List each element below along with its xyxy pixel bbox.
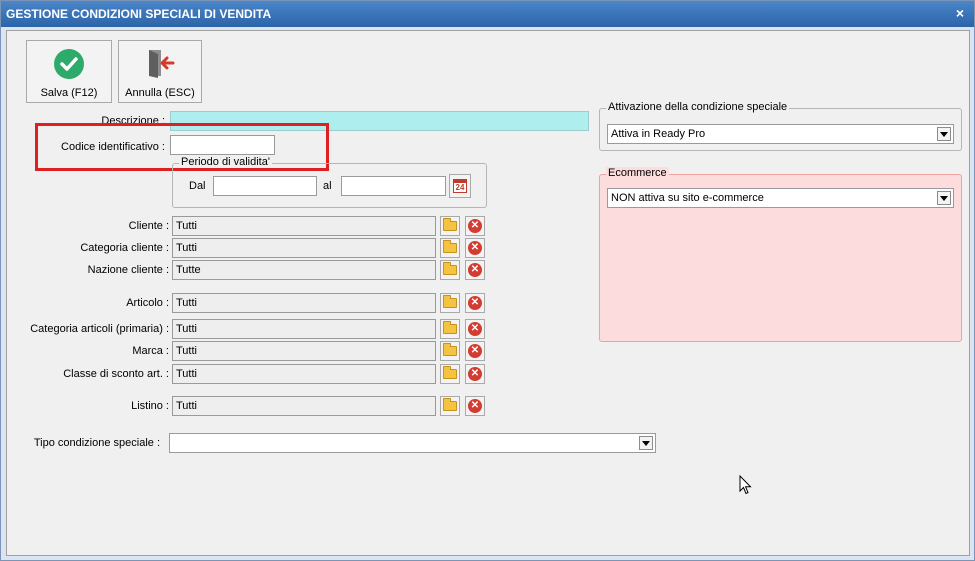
clear-icon: ✕ (468, 263, 482, 277)
clear-icon: ✕ (468, 322, 482, 336)
folder-icon (443, 366, 457, 379)
articolo-label: Articolo : (126, 297, 169, 309)
nazione-cliente-field[interactable]: Tutte (172, 260, 436, 280)
articolo-clear-button[interactable]: ✕ (465, 293, 485, 313)
categoria-articoli-label: Categoria articoli (primaria) : (30, 323, 169, 335)
clear-icon: ✕ (468, 296, 482, 310)
marca-label: Marca : (132, 345, 169, 357)
marca-field[interactable]: Tutti (172, 341, 436, 361)
ecommerce-select[interactable]: NON attiva su sito e-commerce (607, 188, 954, 208)
listino-clear-button[interactable]: ✕ (465, 396, 485, 416)
title-bar: GESTIONE CONDIZIONI SPECIALI DI VENDITA … (1, 1, 974, 27)
articolo-field[interactable]: Tutti (172, 293, 436, 313)
folder-icon (443, 398, 457, 411)
close-icon[interactable]: × (956, 1, 964, 25)
ecommerce-title: Ecommerce (606, 167, 669, 179)
nazione-cliente-browse-button[interactable] (440, 260, 460, 280)
window-title: GESTIONE CONDIZIONI SPECIALI DI VENDITA (6, 7, 272, 21)
tipo-condizione-label: Tipo condizione speciale : (33, 437, 160, 449)
marca-clear-button[interactable]: ✕ (465, 341, 485, 361)
categoria-cliente-clear-button[interactable]: ✕ (465, 238, 485, 258)
al-label: al (323, 180, 332, 192)
dropdown-arrow-icon (937, 191, 951, 205)
clear-icon: ✕ (468, 219, 482, 233)
attivazione-title: Attivazione della condizione speciale (606, 101, 790, 113)
marca-browse-button[interactable] (440, 341, 460, 361)
classe-sconto-label: Classe di sconto art. : (63, 368, 169, 380)
dropdown-arrow-icon (639, 436, 653, 450)
folder-icon (443, 262, 457, 275)
nazione-cliente-label: Nazione cliente : (87, 264, 169, 276)
categoria-cliente-browse-button[interactable] (440, 238, 460, 258)
cliente-label: Cliente : (128, 220, 169, 232)
calendar-icon: 24 (453, 179, 467, 193)
dropdown-arrow-icon (937, 127, 951, 141)
categoria-articoli-field[interactable]: Tutti (172, 319, 436, 339)
listino-field[interactable]: Tutti (172, 396, 436, 416)
folder-icon (443, 343, 457, 356)
categoria-cliente-label: Categoria cliente : (80, 242, 169, 254)
save-button-label: Salva (F12) (40, 87, 98, 99)
form-area: Salva (F12) Annulla (ESC) Descrizione : … (6, 30, 970, 556)
dialog-window: GESTIONE CONDIZIONI SPECIALI DI VENDITA … (0, 0, 975, 561)
clear-icon: ✕ (468, 367, 482, 381)
listino-browse-button[interactable] (440, 396, 460, 416)
clear-icon: ✕ (468, 344, 482, 358)
ecommerce-value: NON attiva su sito e-commerce (611, 192, 764, 204)
clear-icon: ✕ (468, 399, 482, 413)
mouse-cursor-icon (739, 475, 752, 495)
periodo-title: Periodo di validita' (179, 156, 272, 168)
clear-icon: ✕ (468, 241, 482, 255)
categoria-articoli-clear-button[interactable]: ✕ (465, 319, 485, 339)
exit-door-icon (149, 50, 175, 78)
attivazione-value: Attiva in Ready Pro (611, 128, 706, 140)
folder-icon (443, 240, 457, 253)
cliente-clear-button[interactable]: ✕ (465, 216, 485, 236)
cancel-button[interactable]: Annulla (ESC) (118, 40, 202, 103)
cancel-button-label: Annulla (ESC) (125, 87, 195, 99)
cliente-field[interactable]: Tutti (172, 216, 436, 236)
al-date-field[interactable] (341, 176, 446, 196)
articolo-browse-button[interactable] (440, 293, 460, 313)
listino-label: Listino : (131, 400, 169, 412)
categoria-cliente-field[interactable]: Tutti (172, 238, 436, 258)
dal-label: Dal (189, 180, 206, 192)
check-circle-icon (54, 49, 84, 79)
classe-sconto-field[interactable]: Tutti (172, 364, 436, 384)
nazione-cliente-clear-button[interactable]: ✕ (465, 260, 485, 280)
cliente-browse-button[interactable] (440, 216, 460, 236)
classe-sconto-clear-button[interactable]: ✕ (465, 364, 485, 384)
folder-icon (443, 321, 457, 334)
attivazione-select[interactable]: Attiva in Ready Pro (607, 124, 954, 144)
folder-icon (443, 218, 457, 231)
tipo-condizione-select[interactable] (169, 433, 656, 453)
calendar-button[interactable]: 24 (449, 174, 471, 198)
dal-date-field[interactable] (213, 176, 317, 196)
folder-icon (443, 295, 457, 308)
save-button[interactable]: Salva (F12) (26, 40, 112, 103)
classe-sconto-browse-button[interactable] (440, 364, 460, 384)
categoria-articoli-browse-button[interactable] (440, 319, 460, 339)
